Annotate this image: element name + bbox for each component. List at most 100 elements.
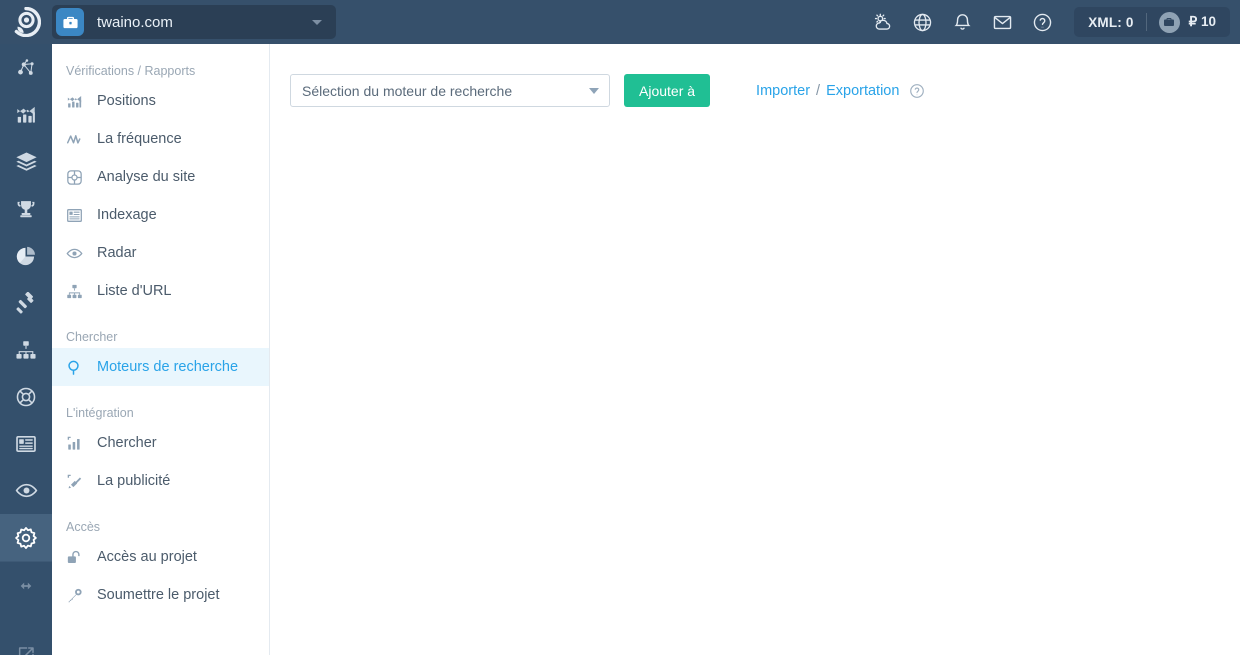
import-export-help-button[interactable] (909, 83, 925, 99)
rail-item-audit[interactable] (0, 279, 52, 326)
sidebar-gap-2 (52, 386, 269, 402)
rail-item-network[interactable] (0, 44, 52, 91)
header-actions: XML: 0 ₽ 10 (862, 0, 1240, 44)
import-link[interactable]: Importer (756, 83, 810, 99)
rail-item-collapse[interactable] (0, 562, 52, 609)
sidebar-item-label: Accès au projet (97, 549, 197, 565)
icon-rail (0, 44, 52, 655)
top-header: twaino.com XML: 0 ₽ 10 (0, 0, 1240, 44)
rail-item-content[interactable] (0, 420, 52, 467)
article-icon (66, 207, 86, 224)
sidebar-gap-3 (52, 500, 269, 516)
site-analysis-icon (66, 169, 86, 186)
eye-icon-glyph (66, 248, 83, 258)
language-button[interactable] (902, 0, 942, 44)
search-engine-select[interactable]: Sélection du moteur de recherche (290, 74, 610, 107)
key-icon-glyph (68, 588, 82, 602)
rail-item-reports[interactable] (0, 232, 52, 279)
weather-button[interactable] (862, 0, 902, 44)
search-icon-glyph (68, 360, 79, 375)
bell-icon (954, 13, 971, 30)
key-icon (66, 587, 86, 604)
project-briefcase-tile (56, 8, 84, 36)
import-export-links: Importer / Exportation (756, 83, 925, 99)
sidebar-top-gap (52, 44, 269, 60)
sidebar-item-indexage[interactable]: Indexage (52, 196, 269, 234)
stats-pill[interactable]: XML: 0 ₽ 10 (1074, 7, 1230, 37)
eye-icon (66, 245, 86, 262)
sidebar-item-site-analysis[interactable]: Analyse du site (52, 158, 269, 196)
add-button[interactable]: Ajouter à (624, 74, 711, 107)
help-circle-icon (1033, 13, 1051, 31)
rail-item-structure[interactable] (0, 326, 52, 373)
rail-gap (0, 609, 52, 631)
briefcase-coin-icon (1164, 18, 1175, 26)
sidebar-item-label: Indexage (97, 207, 157, 223)
main-content: Sélection du moteur de recherche Ajouter… (271, 44, 1240, 655)
chart-up-icon (66, 93, 86, 110)
sidebar-item-advertising[interactable]: La publicité (52, 462, 269, 500)
sidebar-item-url-list[interactable]: Liste d'URL (52, 272, 269, 310)
xml-limit-label: XML: 0 (1088, 14, 1134, 30)
balance-coin (1158, 11, 1180, 33)
help-circle-icon (910, 83, 925, 98)
sitemap-icon (66, 283, 86, 300)
sidebar-item-label: Liste d'URL (97, 283, 172, 299)
layers-icon (15, 152, 37, 171)
rail-item-visibility[interactable] (0, 467, 52, 514)
sidebar-item-search-engines[interactable]: Moteurs de recherche (52, 348, 269, 386)
project-selector[interactable]: twaino.com (52, 5, 336, 39)
sidebar-item-positions[interactable]: Positions (52, 82, 269, 120)
sidebar-item-label: Moteurs de recherche (97, 359, 239, 375)
rail-item-open-external[interactable] (0, 631, 52, 655)
globe-icon (913, 13, 931, 31)
app-logo[interactable] (0, 0, 52, 44)
sidebar-group-title-search: Chercher (66, 330, 118, 344)
rail-item-analytics[interactable] (0, 91, 52, 138)
sidebar-group-title-integration: L'intégration (66, 406, 134, 420)
app-root: twaino.com XML: 0 ₽ 10 Vérifications / R… (0, 0, 1240, 655)
sidebar-item-label: Analyse du site (97, 169, 196, 185)
chart-up-icon-glyph (67, 95, 82, 107)
help-button[interactable] (1022, 0, 1062, 44)
messages-button[interactable] (982, 0, 1022, 44)
sidebar-item-submit-project[interactable]: Soumettre le projet (52, 576, 269, 614)
sidebar-item-label: Positions (97, 93, 156, 109)
unlock-icon (66, 549, 86, 566)
sidebar-item-label: La fréquence (97, 131, 182, 147)
sidebar-item-project-access[interactable]: Accès au projet (52, 538, 269, 576)
rail-item-support[interactable] (0, 373, 52, 420)
site-analysis-icon-glyph (67, 169, 82, 185)
chevron-down-icon (312, 19, 322, 25)
sitemap-icon-glyph (67, 284, 82, 298)
sidebar-item-label: Soumettre le projet (97, 587, 220, 603)
article-icon-glyph (67, 208, 82, 222)
gavel-icon (16, 291, 34, 314)
search-engine-toolbar: Sélection du moteur de recherche Ajouter… (271, 44, 1240, 107)
rail-item-settings[interactable] (0, 514, 52, 561)
external-link-icon (18, 646, 34, 655)
notifications-button[interactable] (942, 0, 982, 44)
eye-icon (15, 483, 37, 498)
newspaper-icon (16, 435, 36, 452)
rail-item-competitors[interactable] (0, 185, 52, 232)
sidebar-group-title-reports: Vérifications / Rapports (66, 64, 196, 78)
balance-label: ₽ 10 (1188, 14, 1216, 29)
link-separator: / (816, 82, 821, 99)
sidebar-group-title-access: Accès (66, 520, 101, 534)
envelope-icon (993, 15, 1011, 29)
arrows-horizontal-icon (20, 582, 32, 589)
pill-divider (1145, 13, 1147, 31)
sidebar-item-label: Radar (97, 245, 137, 261)
search-icon (66, 359, 86, 376)
app-logo-icon (14, 7, 41, 37)
sidebar-item-label: La publicité (97, 473, 171, 489)
rail-item-layers[interactable] (0, 138, 52, 185)
unlock-icon-glyph (67, 550, 80, 563)
export-link[interactable]: Exportation (826, 83, 899, 99)
secondary-sidebar: Vérifications / Rapports Positions La fr… (52, 44, 270, 655)
sidebar-item-integration-search[interactable]: Chercher (52, 424, 269, 462)
sidebar-item-frequence[interactable]: La fréquence (52, 120, 269, 158)
sidebar-item-label: Chercher (97, 435, 157, 451)
sidebar-item-radar[interactable]: Radar (52, 234, 269, 272)
